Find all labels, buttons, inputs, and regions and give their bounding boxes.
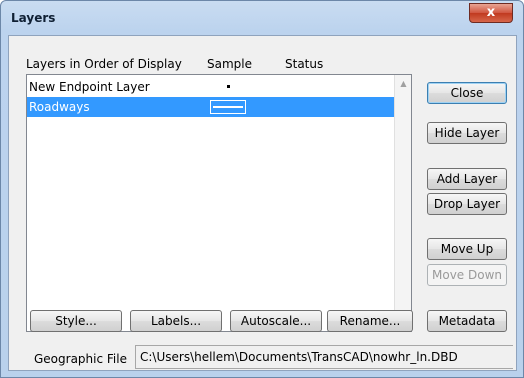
- labels-button[interactable]: Labels...: [130, 310, 222, 332]
- header-status: Status: [285, 57, 324, 71]
- geographic-file-path: C:\Users\hellem\Documents\TransCAD\nowhr…: [135, 345, 513, 369]
- rename-button[interactable]: Rename...: [327, 310, 413, 332]
- dialog-body: Layers in Order of Display Sample Status…: [8, 35, 517, 371]
- geographic-file-label: Geographic File: [34, 352, 127, 366]
- list-item[interactable]: New Endpoint Layer: [27, 77, 395, 97]
- layer-name: Roadways: [29, 100, 90, 114]
- header-layers: Layers in Order of Display: [26, 57, 182, 71]
- style-button[interactable]: Style...: [30, 310, 122, 332]
- window-close-button[interactable]: x: [469, 3, 513, 23]
- hide-layer-button[interactable]: Hide Layer: [427, 122, 507, 144]
- window-title: Layers: [11, 11, 56, 25]
- metadata-button[interactable]: Metadata: [427, 310, 507, 332]
- move-down-button: Move Down: [427, 264, 507, 286]
- header-sample: Sample: [207, 57, 252, 71]
- point-sample-icon: [227, 85, 230, 88]
- line-sample-icon: [210, 100, 246, 114]
- triangle-up-icon[interactable]: ▲: [395, 79, 412, 88]
- close-button[interactable]: Close: [427, 82, 507, 104]
- layers-list[interactable]: New Endpoint Layer Roadways ▲ ▼: [26, 74, 412, 332]
- layers-dialog: Layers x Layers in Order of Display Samp…: [0, 0, 524, 378]
- list-scrollbar[interactable]: ▲ ▼: [394, 75, 411, 331]
- move-up-button[interactable]: Move Up: [427, 238, 507, 260]
- title-bar[interactable]: Layers x: [1, 1, 523, 35]
- layer-name: New Endpoint Layer: [29, 80, 150, 94]
- autoscale-button[interactable]: Autoscale...: [230, 310, 322, 332]
- add-layer-button[interactable]: Add Layer: [427, 168, 507, 190]
- drop-layer-button[interactable]: Drop Layer: [427, 193, 507, 215]
- close-icon: x: [486, 5, 496, 20]
- list-item[interactable]: Roadways: [27, 97, 395, 117]
